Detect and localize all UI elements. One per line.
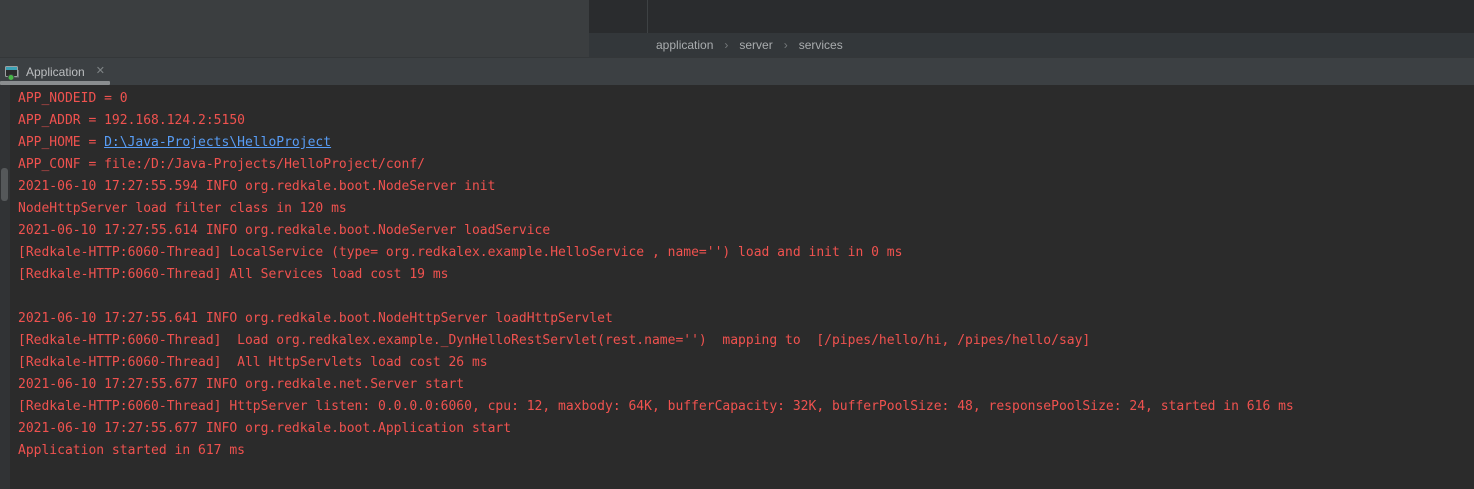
console-line: NodeHttpServer load filter class in 120 …	[18, 198, 1474, 220]
console-line: [Redkale-HTTP:6060-Thread] All Services …	[18, 264, 1474, 286]
breadcrumb-separator-icon: ›	[784, 38, 788, 52]
console-line: APP_HOME = D:\Java-Projects\HelloProject	[18, 132, 1474, 154]
run-console-icon	[3, 63, 21, 81]
console-text: APP_NODEID = 0	[18, 91, 128, 106]
breadcrumb-item-application[interactable]: application	[656, 38, 713, 52]
console-text: APP_HOME =	[18, 135, 104, 150]
console-panel: APP_NODEID = 0 APP_ADDR = 192.168.124.2:5…	[0, 85, 1474, 489]
console-line	[18, 286, 1474, 308]
console-line: [Redkale-HTTP:6060-Thread] All HttpServl…	[18, 352, 1474, 374]
console-line: Application started in 617 ms	[18, 440, 1474, 462]
ide-run-window: application › server › services Application …	[0, 0, 1474, 489]
console-text: Application started in 617 ms	[18, 443, 245, 458]
console-line: APP_CONF = file:/D:/Java-Projects/HelloP…	[18, 154, 1474, 176]
console-line: 2021-06-10 17:27:55.594 INFO org.redkale…	[18, 176, 1474, 198]
console-text: NodeHttpServer load filter class in 120 …	[18, 201, 347, 216]
breadcrumb-item-services[interactable]: services	[799, 38, 843, 52]
console-line: [Redkale-HTTP:6060-Thread] LocalService …	[18, 242, 1474, 264]
breadcrumb-separator-icon: ›	[724, 38, 728, 52]
console-link[interactable]: D:\Java-Projects\HelloProject	[104, 135, 331, 150]
console-gutter	[0, 85, 10, 489]
console-line: [Redkale-HTTP:6060-Thread] Load org.redk…	[18, 330, 1474, 352]
tab-label: Application	[26, 65, 85, 79]
close-icon[interactable]: ✕	[94, 64, 107, 79]
console-line: APP_NODEID = 0	[18, 88, 1474, 110]
console-line: 2021-06-10 17:27:55.677 INFO org.redkale…	[18, 418, 1474, 440]
breadcrumb: application › server › services	[589, 33, 1474, 57]
console-text: 2021-06-10 17:27:55.641 INFO org.redkale…	[18, 311, 613, 326]
console-text: [Redkale-HTTP:6060-Thread] LocalService …	[18, 245, 902, 260]
console-text: 2021-06-10 17:27:55.614 INFO org.redkale…	[18, 223, 550, 238]
console-text: 2021-06-10 17:27:55.677 INFO org.redkale…	[18, 421, 511, 436]
console-output[interactable]: APP_NODEID = 0 APP_ADDR = 192.168.124.2:5…	[10, 85, 1474, 489]
console-text: [Redkale-HTTP:6060-Thread] All HttpServl…	[18, 355, 488, 370]
console-line: [Redkale-HTTP:6060-Thread] HttpServer li…	[18, 396, 1474, 418]
console-text: [Redkale-HTTP:6060-Thread] All Services …	[18, 267, 448, 282]
editor-blank-area	[589, 0, 1474, 33]
editor-split-divider	[647, 0, 648, 33]
scrollbar-thumb[interactable]	[1, 168, 8, 201]
console-line: 2021-06-10 17:27:55.677 INFO org.redkale…	[18, 374, 1474, 396]
console-text: APP_CONF = file:/D:/Java-Projects/HelloP…	[18, 157, 425, 172]
console-text: APP_ADDR = 192.168.124.2:5150	[18, 113, 245, 128]
console-text: 2021-06-10 17:27:55.677 INFO org.redkale…	[18, 377, 464, 392]
left-blank-panel	[0, 0, 589, 57]
console-line: APP_ADDR = 192.168.124.2:5150	[18, 110, 1474, 132]
console-line: 2021-06-10 17:27:55.614 INFO org.redkale…	[18, 220, 1474, 242]
editor-region: application › server › services	[589, 0, 1474, 57]
console-text: [Redkale-HTTP:6060-Thread] Load org.redk…	[18, 333, 1090, 348]
top-header-row: application › server › services	[0, 0, 1474, 57]
console-line: 2021-06-10 17:27:55.641 INFO org.redkale…	[18, 308, 1474, 330]
run-toolwindow-tab-bar: Application ✕	[0, 57, 1474, 85]
console-text: [Redkale-HTTP:6060-Thread] HttpServer li…	[18, 399, 1294, 414]
breadcrumb-item-server[interactable]: server	[739, 38, 772, 52]
console-text: 2021-06-10 17:27:55.594 INFO org.redkale…	[18, 179, 495, 194]
